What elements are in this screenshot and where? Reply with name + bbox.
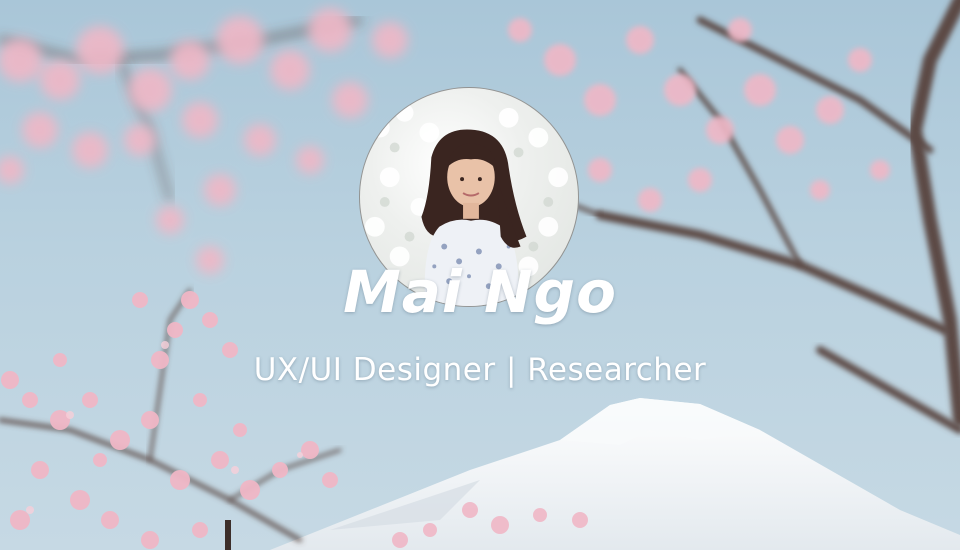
- profile-name: Mai Ngo: [343, 258, 617, 326]
- profile-role: UX/UI Designer | Researcher: [253, 352, 707, 388]
- hero-banner: Mai Ngo UX/UI Designer | Researcher: [0, 0, 960, 550]
- post: [225, 520, 231, 550]
- mountain: [270, 398, 960, 550]
